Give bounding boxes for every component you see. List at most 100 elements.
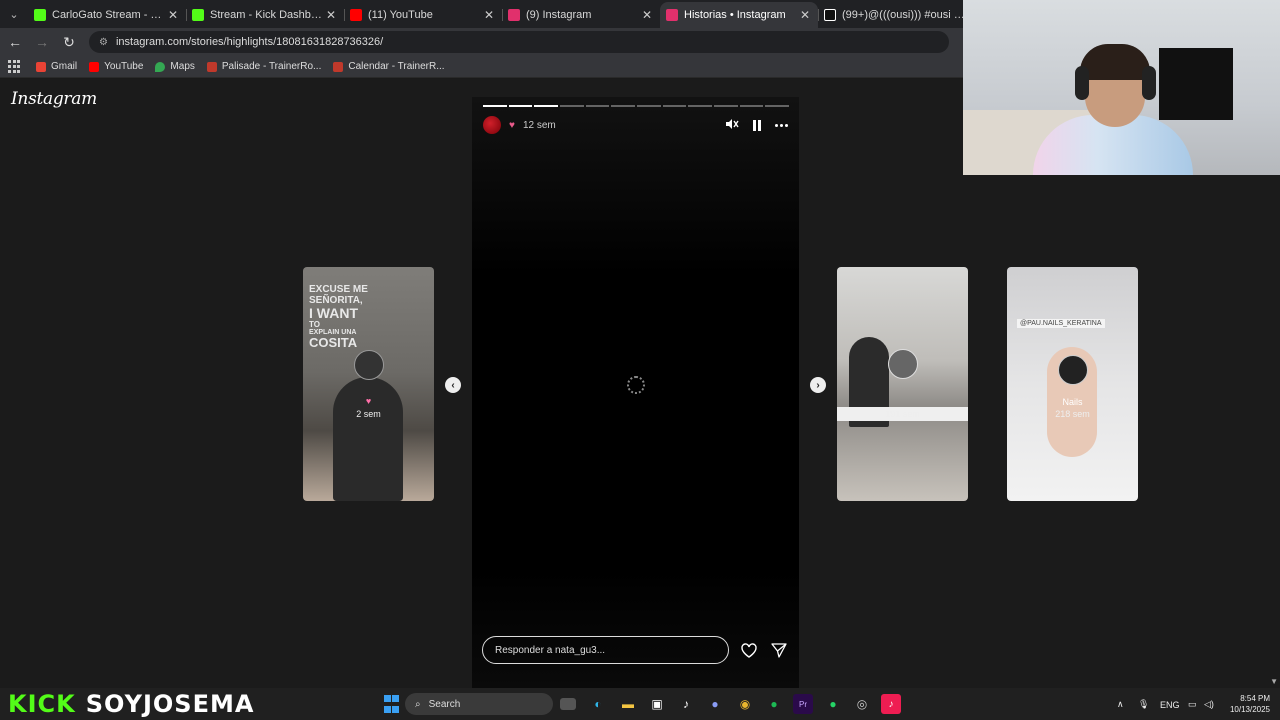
progress-segment xyxy=(560,105,584,107)
tab-tiktok[interactable]: (99+)@(((ousi))) #ousi #paratii xyxy=(818,2,976,28)
instagram-favicon-icon xyxy=(508,9,520,21)
progress-segment xyxy=(585,105,610,107)
windows-start-icon[interactable] xyxy=(381,694,401,714)
bookmark-maps[interactable]: Maps xyxy=(155,61,195,72)
bookmark-calendar[interactable]: Calendar - TrainerR... xyxy=(333,61,445,72)
tab-title: CarloGato Stream - Watch Live xyxy=(52,9,166,21)
tab-title: (11) YouTube xyxy=(368,9,433,21)
story-controls xyxy=(725,118,788,133)
gmail-icon xyxy=(36,61,46,72)
story-highlight-label: Nails xyxy=(1062,397,1083,407)
next-story-button[interactable]: › xyxy=(810,377,826,393)
file-explorer-icon[interactable]: ▬ xyxy=(618,694,638,714)
tiktok-icon[interactable]: ♪ xyxy=(676,694,696,714)
previous-story-preview[interactable]: EXCUSE ME SEÑORITA, I WANT TO EXPLAIN UN… xyxy=(303,267,434,501)
caption-line: TO xyxy=(309,319,320,329)
kick-logo: KICK xyxy=(8,690,76,718)
webcam-overlay xyxy=(963,0,1280,175)
back-button[interactable]: ← xyxy=(3,30,27,54)
tab-title: Historias • Instagram xyxy=(684,9,786,21)
progress-segment xyxy=(765,105,790,107)
edge-icon[interactable]: ◐ xyxy=(588,694,608,714)
story-header: ♥ 12 sem xyxy=(483,114,788,136)
steam-icon[interactable]: ◎ xyxy=(852,694,872,714)
clock-date: 10/13/2025 xyxy=(1229,705,1270,714)
close-icon[interactable]: ✕ xyxy=(482,8,496,22)
webcam-monitor xyxy=(1159,48,1233,120)
bookmark-youtube[interactable]: YouTube xyxy=(89,61,143,72)
progress-segment xyxy=(534,105,559,107)
highlight-heart-icon: ♥ xyxy=(509,119,515,131)
story-time: 12 sem xyxy=(522,119,556,131)
bookmark-label: Palisade - TrainerRo... xyxy=(221,61,322,72)
story-heart-icon: ♥ xyxy=(365,396,372,406)
caption-line: I WANT xyxy=(309,305,358,321)
network-icon[interactable]: ▭ xyxy=(1188,699,1197,710)
premiere-icon[interactable]: Pr xyxy=(793,694,813,714)
close-icon[interactable]: ✕ xyxy=(640,8,654,22)
stream-branding: KICK SOYJOSEMA xyxy=(8,690,254,718)
youtube-icon xyxy=(89,61,100,72)
spotify-icon[interactable]: ● xyxy=(764,694,784,714)
send-icon[interactable] xyxy=(769,640,789,660)
progress-segment xyxy=(637,105,661,107)
tab-instagram-stories[interactable]: Historias • Instagram ✕ xyxy=(660,2,818,28)
trainerroad-icon xyxy=(333,61,344,72)
like-heart-icon[interactable] xyxy=(739,640,759,660)
close-icon[interactable]: ✕ xyxy=(324,8,338,22)
story-age: 218 sem xyxy=(1055,409,1090,419)
taskbar-search[interactable]: ⌕ Search xyxy=(405,693,553,715)
chrome-icon[interactable]: ◉ xyxy=(735,694,755,714)
story-viewer[interactable]: ♥ 12 sem xyxy=(472,97,799,689)
tab-instagram[interactable]: (9) Instagram ✕ xyxy=(502,2,660,28)
story-avatar xyxy=(354,350,384,380)
tab-youtube[interactable]: (11) YouTube ✕ xyxy=(344,2,502,28)
reply-bar xyxy=(482,636,789,664)
site-info-icon[interactable]: ⚙ xyxy=(99,37,108,48)
bookmark-label: Gmail xyxy=(51,61,78,72)
tiktok-favicon-icon xyxy=(824,9,836,21)
pause-icon[interactable] xyxy=(753,119,761,131)
forward-button[interactable]: → xyxy=(30,30,54,54)
story-mention-tag: @PAU.NAILS_KERATINA xyxy=(1017,319,1105,328)
search-label: Search xyxy=(428,698,461,710)
tab-kick-dashboard[interactable]: Stream - Kick Dashboard ✕ xyxy=(186,2,344,28)
url-field[interactable]: ⚙ instagram.com/stories/highlights/18081… xyxy=(89,31,949,53)
reply-input[interactable] xyxy=(482,636,730,664)
tab-search-button[interactable]: ⌄ xyxy=(0,0,28,28)
loading-spinner-icon xyxy=(627,376,645,394)
language-indicator[interactable]: ENG xyxy=(1160,700,1180,710)
task-view-icon[interactable] xyxy=(560,698,576,710)
story-age: 2 sem xyxy=(356,409,381,419)
microphone-icon[interactable]: 🎙 xyxy=(1138,699,1149,710)
tab-title: Stream - Kick Dashboard xyxy=(210,9,324,21)
channel-name: SOYJOSEMA xyxy=(85,690,255,718)
next-story-preview[interactable]: 191 sem xyxy=(837,267,968,501)
close-icon[interactable]: ✕ xyxy=(166,8,180,22)
scroll-down-icon[interactable]: ▼ xyxy=(1270,677,1278,686)
close-icon[interactable]: ✕ xyxy=(798,8,812,22)
bookmark-gmail[interactable]: Gmail xyxy=(36,61,77,72)
discord-icon[interactable]: ● xyxy=(705,694,725,714)
store-icon[interactable]: ▣ xyxy=(647,694,667,714)
whatsapp-icon[interactable]: ● xyxy=(823,694,843,714)
tiktok-live-icon[interactable]: ♪ xyxy=(881,694,901,714)
previous-story-button[interactable]: ‹ xyxy=(445,377,461,393)
kick-favicon-icon xyxy=(34,9,46,21)
tab-kick-stream[interactable]: CarloGato Stream - Watch Live ✕ xyxy=(28,2,186,28)
tab-title: (99+)@(((ousi))) #ousi #paratii xyxy=(842,9,970,21)
author-avatar[interactable] xyxy=(483,116,501,134)
apps-grid-icon[interactable] xyxy=(8,59,22,74)
reload-button[interactable]: ↻ xyxy=(57,30,81,54)
story-age: 191 sem xyxy=(885,409,920,419)
story-avatar xyxy=(888,349,918,379)
instagram-logo[interactable]: Instagram xyxy=(11,89,97,109)
taskbar-clock[interactable]: 8:54 PM 10/13/2025 xyxy=(1200,693,1270,715)
bookmark-palisade[interactable]: Palisade - TrainerRo... xyxy=(206,61,322,72)
progress-segment xyxy=(662,105,687,107)
next-story-preview[interactable]: @PAU.NAILS_KERATINA Nails 218 sem xyxy=(1007,267,1138,501)
tray-chevron-icon[interactable]: ∧ xyxy=(1117,699,1124,710)
mute-icon[interactable] xyxy=(725,118,739,133)
more-options-icon[interactable] xyxy=(775,123,788,127)
progress-segment xyxy=(714,105,738,107)
